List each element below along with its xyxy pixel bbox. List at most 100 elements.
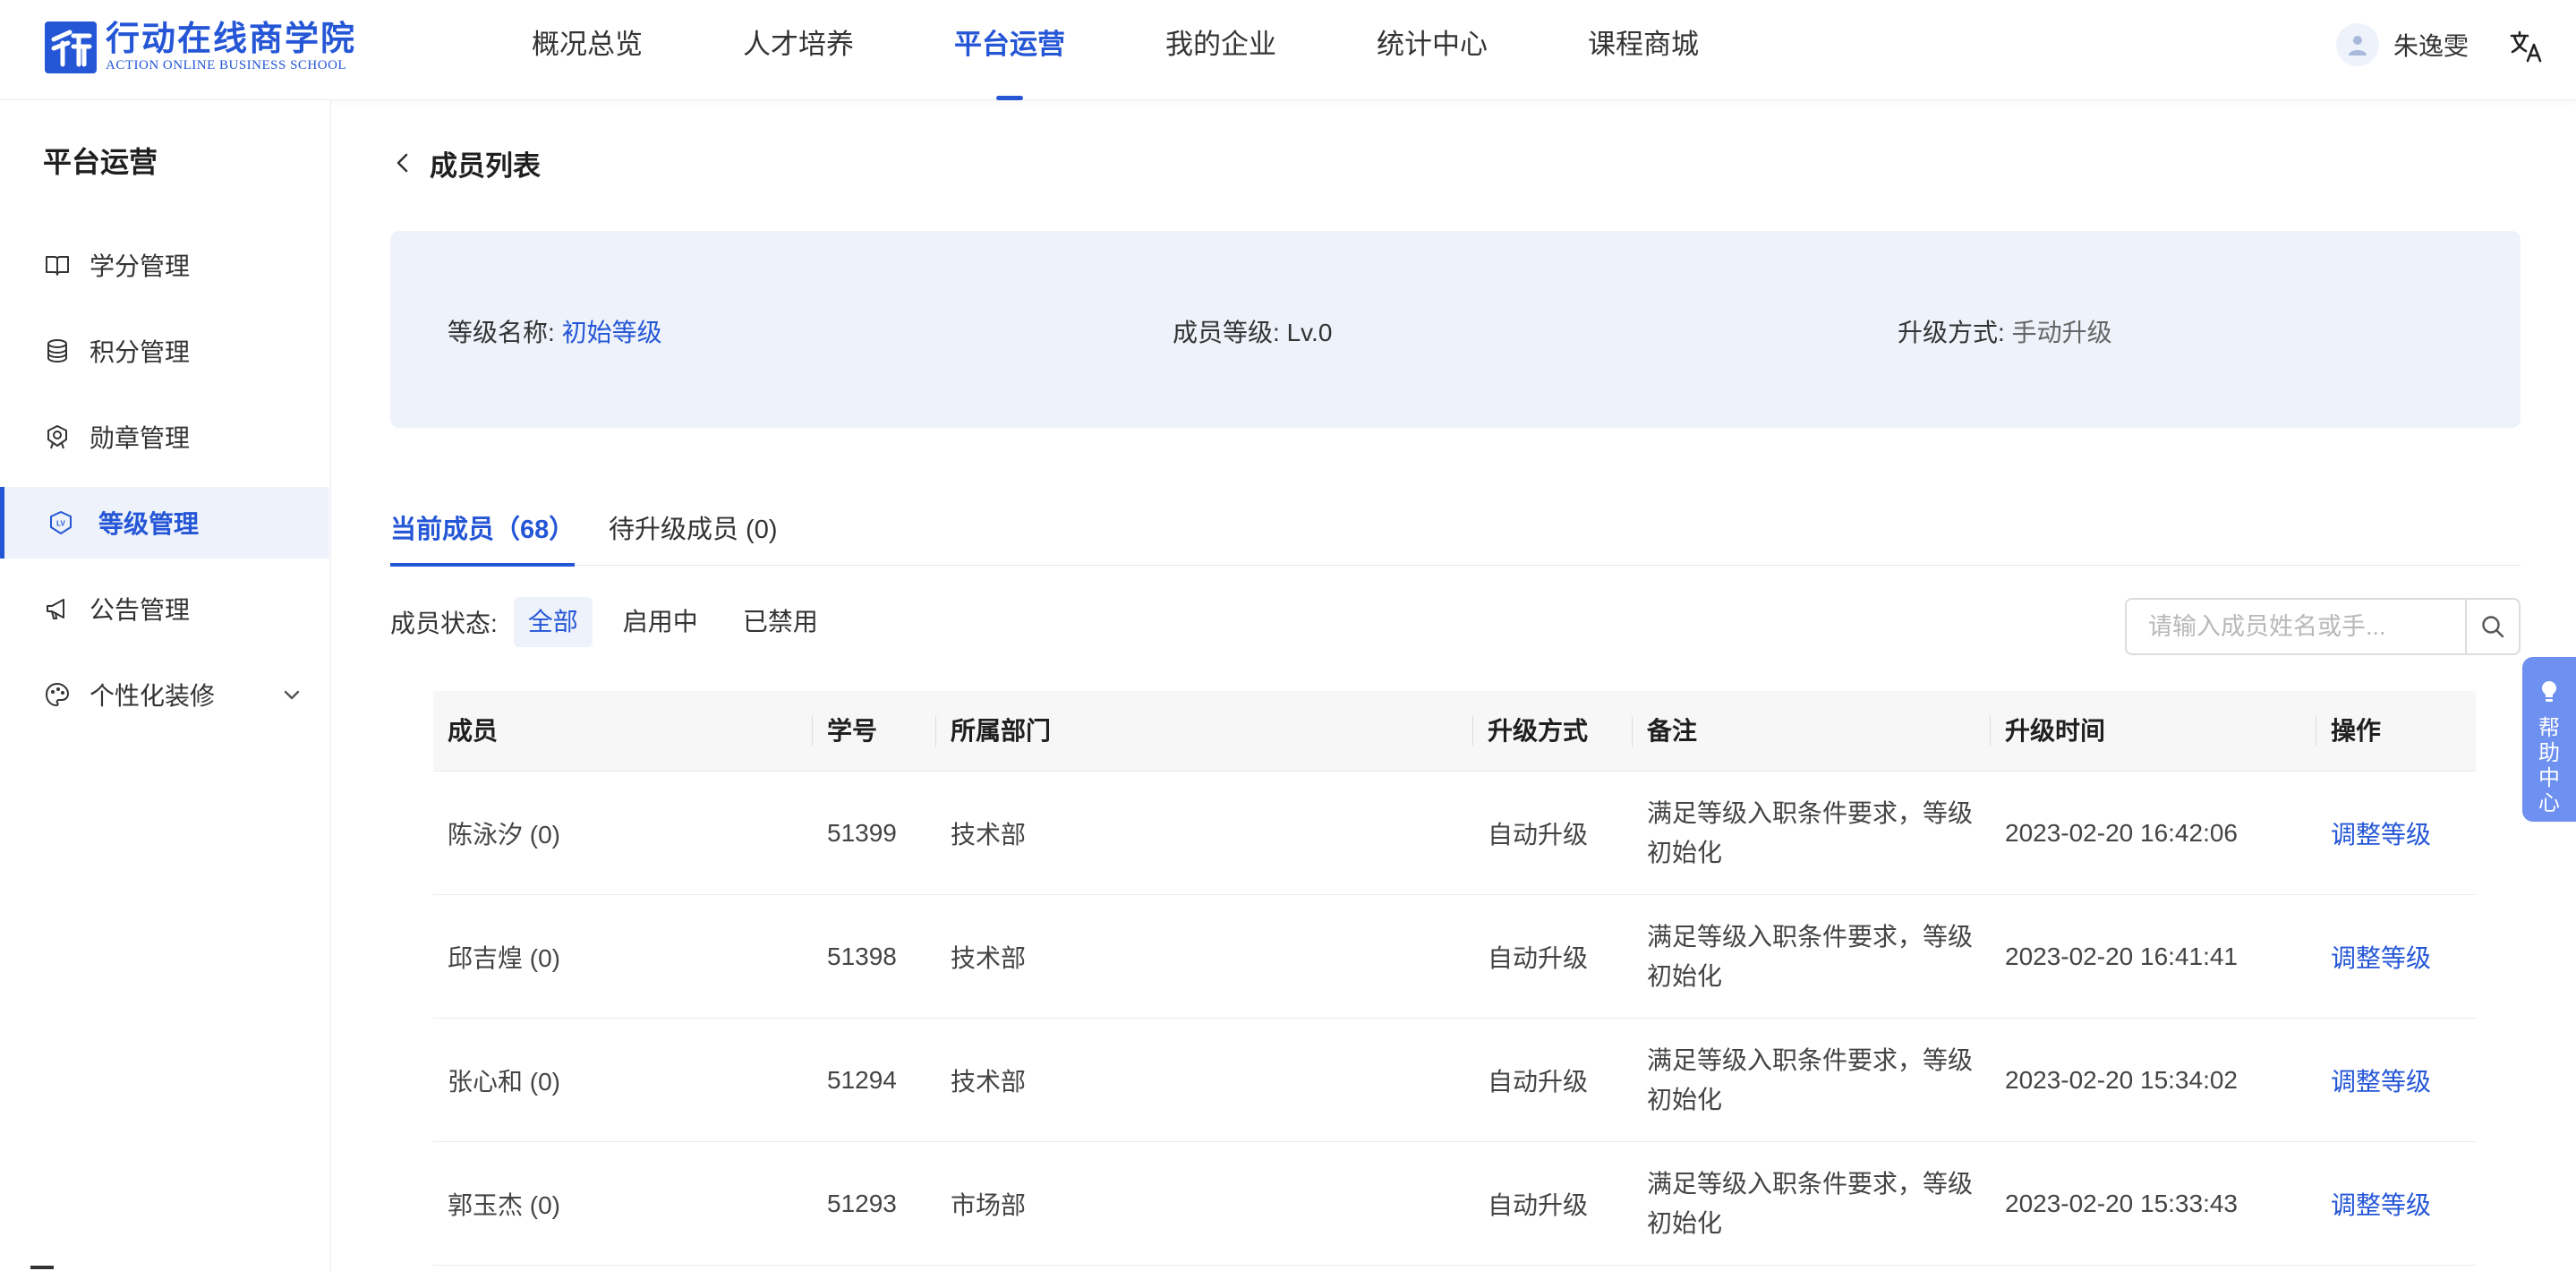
brand-name-cn: 行动在线商学院 (106, 21, 357, 58)
palette-icon (43, 680, 72, 709)
search-icon (2482, 616, 2504, 638)
cell-upgrade-time: 2023-02-20 16:41:41 (2005, 942, 2238, 970)
nav-course-mall[interactable]: 课程商城 (1588, 0, 1699, 100)
level-name-label: 等级名称: (448, 319, 555, 346)
sidebar-item-label: 个性化装修 (90, 682, 216, 710)
nav-my-company[interactable]: 我的企业 (1165, 0, 1276, 100)
lightbulb-icon (2542, 681, 2556, 702)
col-actions: 操作 (2331, 717, 2382, 745)
translate-icon[interactable] (2508, 29, 2544, 64)
cell-upgrade-method: 自动升级 (1488, 1067, 1589, 1096)
user-name[interactable]: 朱逸雯 (2393, 27, 2469, 63)
col-upgrade-time: 升级时间 (1991, 691, 2316, 772)
scroll-indicator (30, 1266, 54, 1269)
help-center-label: 帮助中心 (2538, 716, 2560, 815)
col-note: 备注 (1633, 691, 1991, 772)
cell-note: 满足等级入职条件要求，等级初始化 (1647, 922, 1974, 990)
sidebar-item-levels[interactable]: LV 等级管理 (0, 487, 329, 559)
upgrade-method-info: 升级方式: 手动升级 (1898, 313, 2112, 349)
cell-student-id: 51294 (827, 1065, 897, 1094)
sidebar-item-customize[interactable]: 个性化装修 (0, 659, 329, 730)
members-table: 成员 学号 所属部门 升级方式 备注 升级时间 操作 陈泳汐 (0) 51399… (433, 691, 2476, 1266)
user-menu[interactable]: 朱逸雯 (2335, 23, 2469, 66)
user-avatar-icon[interactable] (2335, 23, 2379, 66)
cell-upgrade-time: 2023-02-20 15:33:43 (2005, 1189, 2238, 1217)
back-arrow-icon[interactable] (390, 150, 415, 175)
table-header: 成员 学号 所属部门 升级方式 备注 升级时间 操作 (433, 691, 2476, 772)
cell-note: 满足等级入职条件要求，等级初始化 (1647, 1045, 1974, 1113)
nav-overview[interactable]: 概况总览 (532, 0, 643, 100)
cell-department: 技术部 (951, 1067, 1027, 1096)
cell-upgrade-method: 自动升级 (1488, 1190, 1589, 1219)
level-badge-icon: LV (47, 508, 75, 537)
status-filter-label: 成员状态: (390, 610, 498, 637)
brand-name-en: ACTION ONLINE BUSINESS SCHOOL (106, 58, 347, 73)
sidebar-item-label: 等级管理 (98, 510, 200, 538)
page-header: 成员列表 (390, 145, 541, 182)
sidebar-menu: 学分管理 积分管理 勋章管理 LV 等级管理 公告管理 个性化装修 (0, 229, 329, 745)
nav-platform-ops[interactable]: 平台运营 (954, 0, 1065, 100)
adjust-level-link[interactable]: 调整等级 (2316, 815, 2476, 851)
cell-member: 张心和 (0) (448, 1067, 561, 1096)
sidebar-item-label: 公告管理 (90, 596, 191, 624)
cell-note: 满足等级入职条件要求，等级初始化 (1647, 798, 1974, 866)
cell-upgrade-time: 2023-02-20 16:42:06 (2005, 818, 2238, 847)
adjust-level-link[interactable]: 调整等级 (2316, 1186, 2476, 1222)
tab-pending-members[interactable]: 待升级成员 (0) (609, 501, 778, 566)
search-input[interactable] (2127, 600, 2465, 653)
cell-member: 陈泳汐 (0) (448, 820, 561, 849)
level-name-info: 等级名称: 初始等级 (448, 313, 662, 349)
sidebar-item-announcements[interactable]: 公告管理 (0, 573, 329, 644)
sidebar-item-points[interactable]: 积分管理 (0, 315, 329, 387)
sidebar-item-medals[interactable]: 勋章管理 (0, 401, 329, 473)
table-row: 陈泳汐 (0) 51399 技术部 自动升级 满足等级入职条件要求，等级初始化 … (433, 772, 2476, 895)
adjust-level-link[interactable]: 调整等级 (2316, 1062, 2476, 1098)
col-department: 所属部门 (936, 691, 1473, 772)
cell-upgrade-method: 自动升级 (1488, 943, 1589, 972)
logo-icon (45, 21, 97, 73)
nav-statistics[interactable]: 统计中心 (1377, 0, 1488, 100)
sidebar-item-label: 积分管理 (90, 338, 191, 366)
cell-department: 市场部 (951, 1190, 1027, 1219)
member-search (2125, 598, 2521, 655)
cell-student-id: 51399 (827, 818, 897, 847)
level-name-value: 初始等级 (561, 319, 662, 346)
cell-student-id: 51398 (827, 942, 897, 970)
svg-text:LV: LV (56, 520, 65, 528)
page-title: 成员列表 (430, 149, 541, 182)
sidebar-item-label: 学分管理 (90, 252, 191, 280)
medal-icon (43, 422, 72, 451)
brand-logo[interactable]: 行动在线商学院 ACTION ONLINE BUSINESS SCHOOL (43, 20, 356, 75)
col-member: 成员 (433, 691, 813, 772)
col-upgrade-method: 升级方式 (1473, 691, 1633, 772)
adjust-level-link[interactable]: 调整等级 (2316, 939, 2476, 975)
upgrade-method-value: 手动升级 (2011, 319, 2112, 346)
cell-member: 邱吉煌 (0) (448, 943, 561, 972)
cell-upgrade-method: 自动升级 (1488, 820, 1589, 849)
cell-student-id: 51293 (827, 1189, 897, 1217)
main-nav: 概况总览 人才培养 平台运营 我的企业 统计中心 课程商城 (532, 0, 1799, 100)
cell-member: 郭玉杰 (0) (448, 1190, 561, 1219)
filter-disabled[interactable]: 已禁用 (729, 597, 832, 647)
member-tabs: 当前成员（68） 待升级成员 (0) (390, 501, 2521, 567)
app-root: 行动在线商学院 ACTION ONLINE BUSINESS SCHOOL 概况… (0, 0, 2576, 1271)
help-center-button[interactable]: 帮助中心 (2522, 657, 2576, 822)
sidebar-title: 平台运营 (43, 146, 158, 178)
filter-all[interactable]: 全部 (513, 597, 593, 647)
search-button[interactable] (2465, 600, 2519, 653)
member-level-info: 成员等级: Lv.0 (1173, 313, 1332, 349)
coins-icon (43, 337, 72, 365)
chevron-down-icon[interactable] (281, 684, 303, 705)
status-filter: 成员状态: 全部 启用中 已禁用 (390, 596, 849, 648)
col-student-id: 学号 (813, 691, 936, 772)
tab-current-members[interactable]: 当前成员（68） (390, 501, 576, 567)
nav-talent[interactable]: 人才培养 (743, 0, 854, 100)
cell-upgrade-time: 2023-02-20 15:34:02 (2005, 1065, 2238, 1094)
sidebar-item-credits[interactable]: 学分管理 (0, 229, 329, 301)
table-row: 邱吉煌 (0) 51398 技术部 自动升级 满足等级入职条件要求，等级初始化 … (433, 895, 2476, 1019)
cell-note: 满足等级入职条件要求，等级初始化 (1647, 1169, 1974, 1237)
cell-department: 技术部 (951, 943, 1027, 972)
sidebar-item-label: 勋章管理 (90, 424, 191, 452)
member-level-value: Lv.0 (1286, 319, 1333, 346)
filter-enabled[interactable]: 启用中 (609, 597, 712, 647)
